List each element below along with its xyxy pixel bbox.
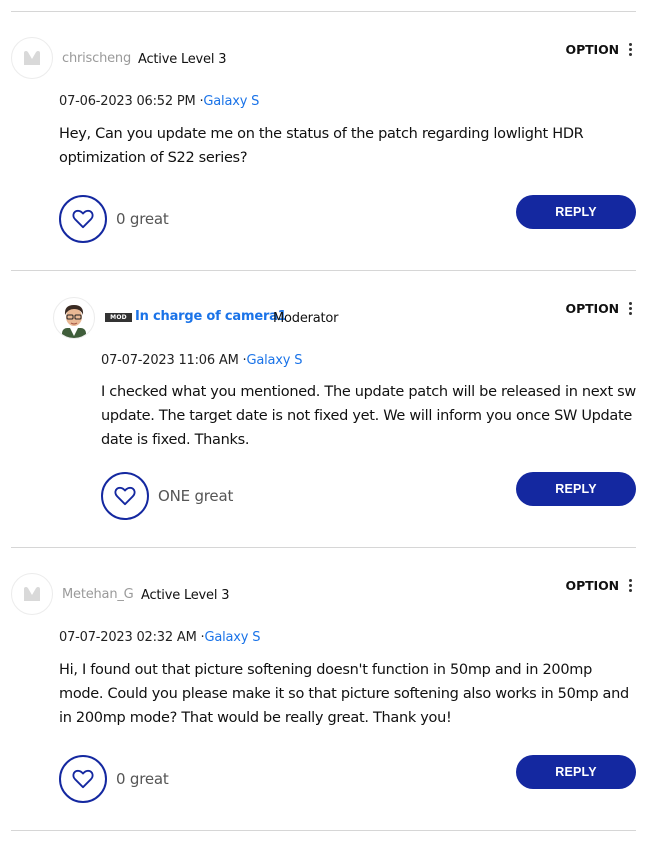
option-label: OPTION <box>565 301 620 316</box>
board-link[interactable]: Galaxy S <box>246 353 302 368</box>
board-link[interactable]: Galaxy S <box>203 94 259 109</box>
kudo-count: 0 great <box>116 210 169 228</box>
option-menu[interactable]: OPTION <box>566 42 634 57</box>
post-date: 07-07-2023 11:06 AM <box>101 353 239 368</box>
kudo-button[interactable] <box>59 195 107 243</box>
reply-button[interactable]: REPLY <box>516 195 636 229</box>
user-rank: Active Level 3 <box>141 588 230 603</box>
user-rank: Moderator <box>273 311 339 326</box>
heart-icon <box>114 486 136 506</box>
post-body: Hi, I found out that picture softening d… <box>59 662 629 726</box>
kebab-menu-icon[interactable] <box>627 302 634 315</box>
option-label: OPTION <box>565 42 620 57</box>
kebab-menu-icon[interactable] <box>627 43 634 56</box>
author-name[interactable]: In charge of camera1 <box>135 309 287 324</box>
post-meta: 07-07-2023 11:06 AM ·Galaxy S <box>101 353 302 368</box>
divider <box>11 270 636 271</box>
heart-icon <box>72 209 94 229</box>
reply-button[interactable]: REPLY <box>516 755 636 789</box>
divider <box>11 547 636 548</box>
kudo-count: 0 great <box>116 770 169 788</box>
divider <box>11 11 636 12</box>
kudo-count: ONE great <box>158 487 234 505</box>
post-meta: 07-07-2023 02:32 AM ·Galaxy S <box>59 630 260 645</box>
option-label: OPTION <box>565 578 620 593</box>
kebab-menu-icon[interactable] <box>627 579 634 592</box>
author-name[interactable]: Metehan_G <box>62 587 134 602</box>
default-m-avatar-icon <box>24 51 40 65</box>
user-avatar[interactable] <box>11 573 53 615</box>
reply-button[interactable]: REPLY <box>516 472 636 506</box>
user-avatar[interactable] <box>11 37 53 79</box>
mod-badge: MOD <box>105 313 132 322</box>
option-menu[interactable]: OPTION <box>566 578 634 593</box>
cartoon-user-avatar-icon <box>62 305 86 338</box>
option-menu[interactable]: OPTION <box>566 301 634 316</box>
user-avatar[interactable] <box>53 297 95 339</box>
post-body: Hey, Can you update me on the status of … <box>59 126 584 166</box>
post-body: I checked what you mentioned. The update… <box>101 384 636 448</box>
post-date: 07-07-2023 02:32 AM <box>59 630 197 645</box>
heart-icon <box>72 769 94 789</box>
default-m-avatar-icon <box>24 587 40 601</box>
kudo-button[interactable] <box>59 755 107 803</box>
post-meta: 07-06-2023 06:52 PM ·Galaxy S <box>59 94 259 109</box>
author-name[interactable]: chrischeng <box>62 51 131 66</box>
board-link[interactable]: Galaxy S <box>204 630 260 645</box>
post-date: 07-06-2023 06:52 PM <box>59 94 196 109</box>
divider <box>11 830 636 831</box>
user-rank: Active Level 3 <box>138 52 227 67</box>
kudo-button[interactable] <box>101 472 149 520</box>
